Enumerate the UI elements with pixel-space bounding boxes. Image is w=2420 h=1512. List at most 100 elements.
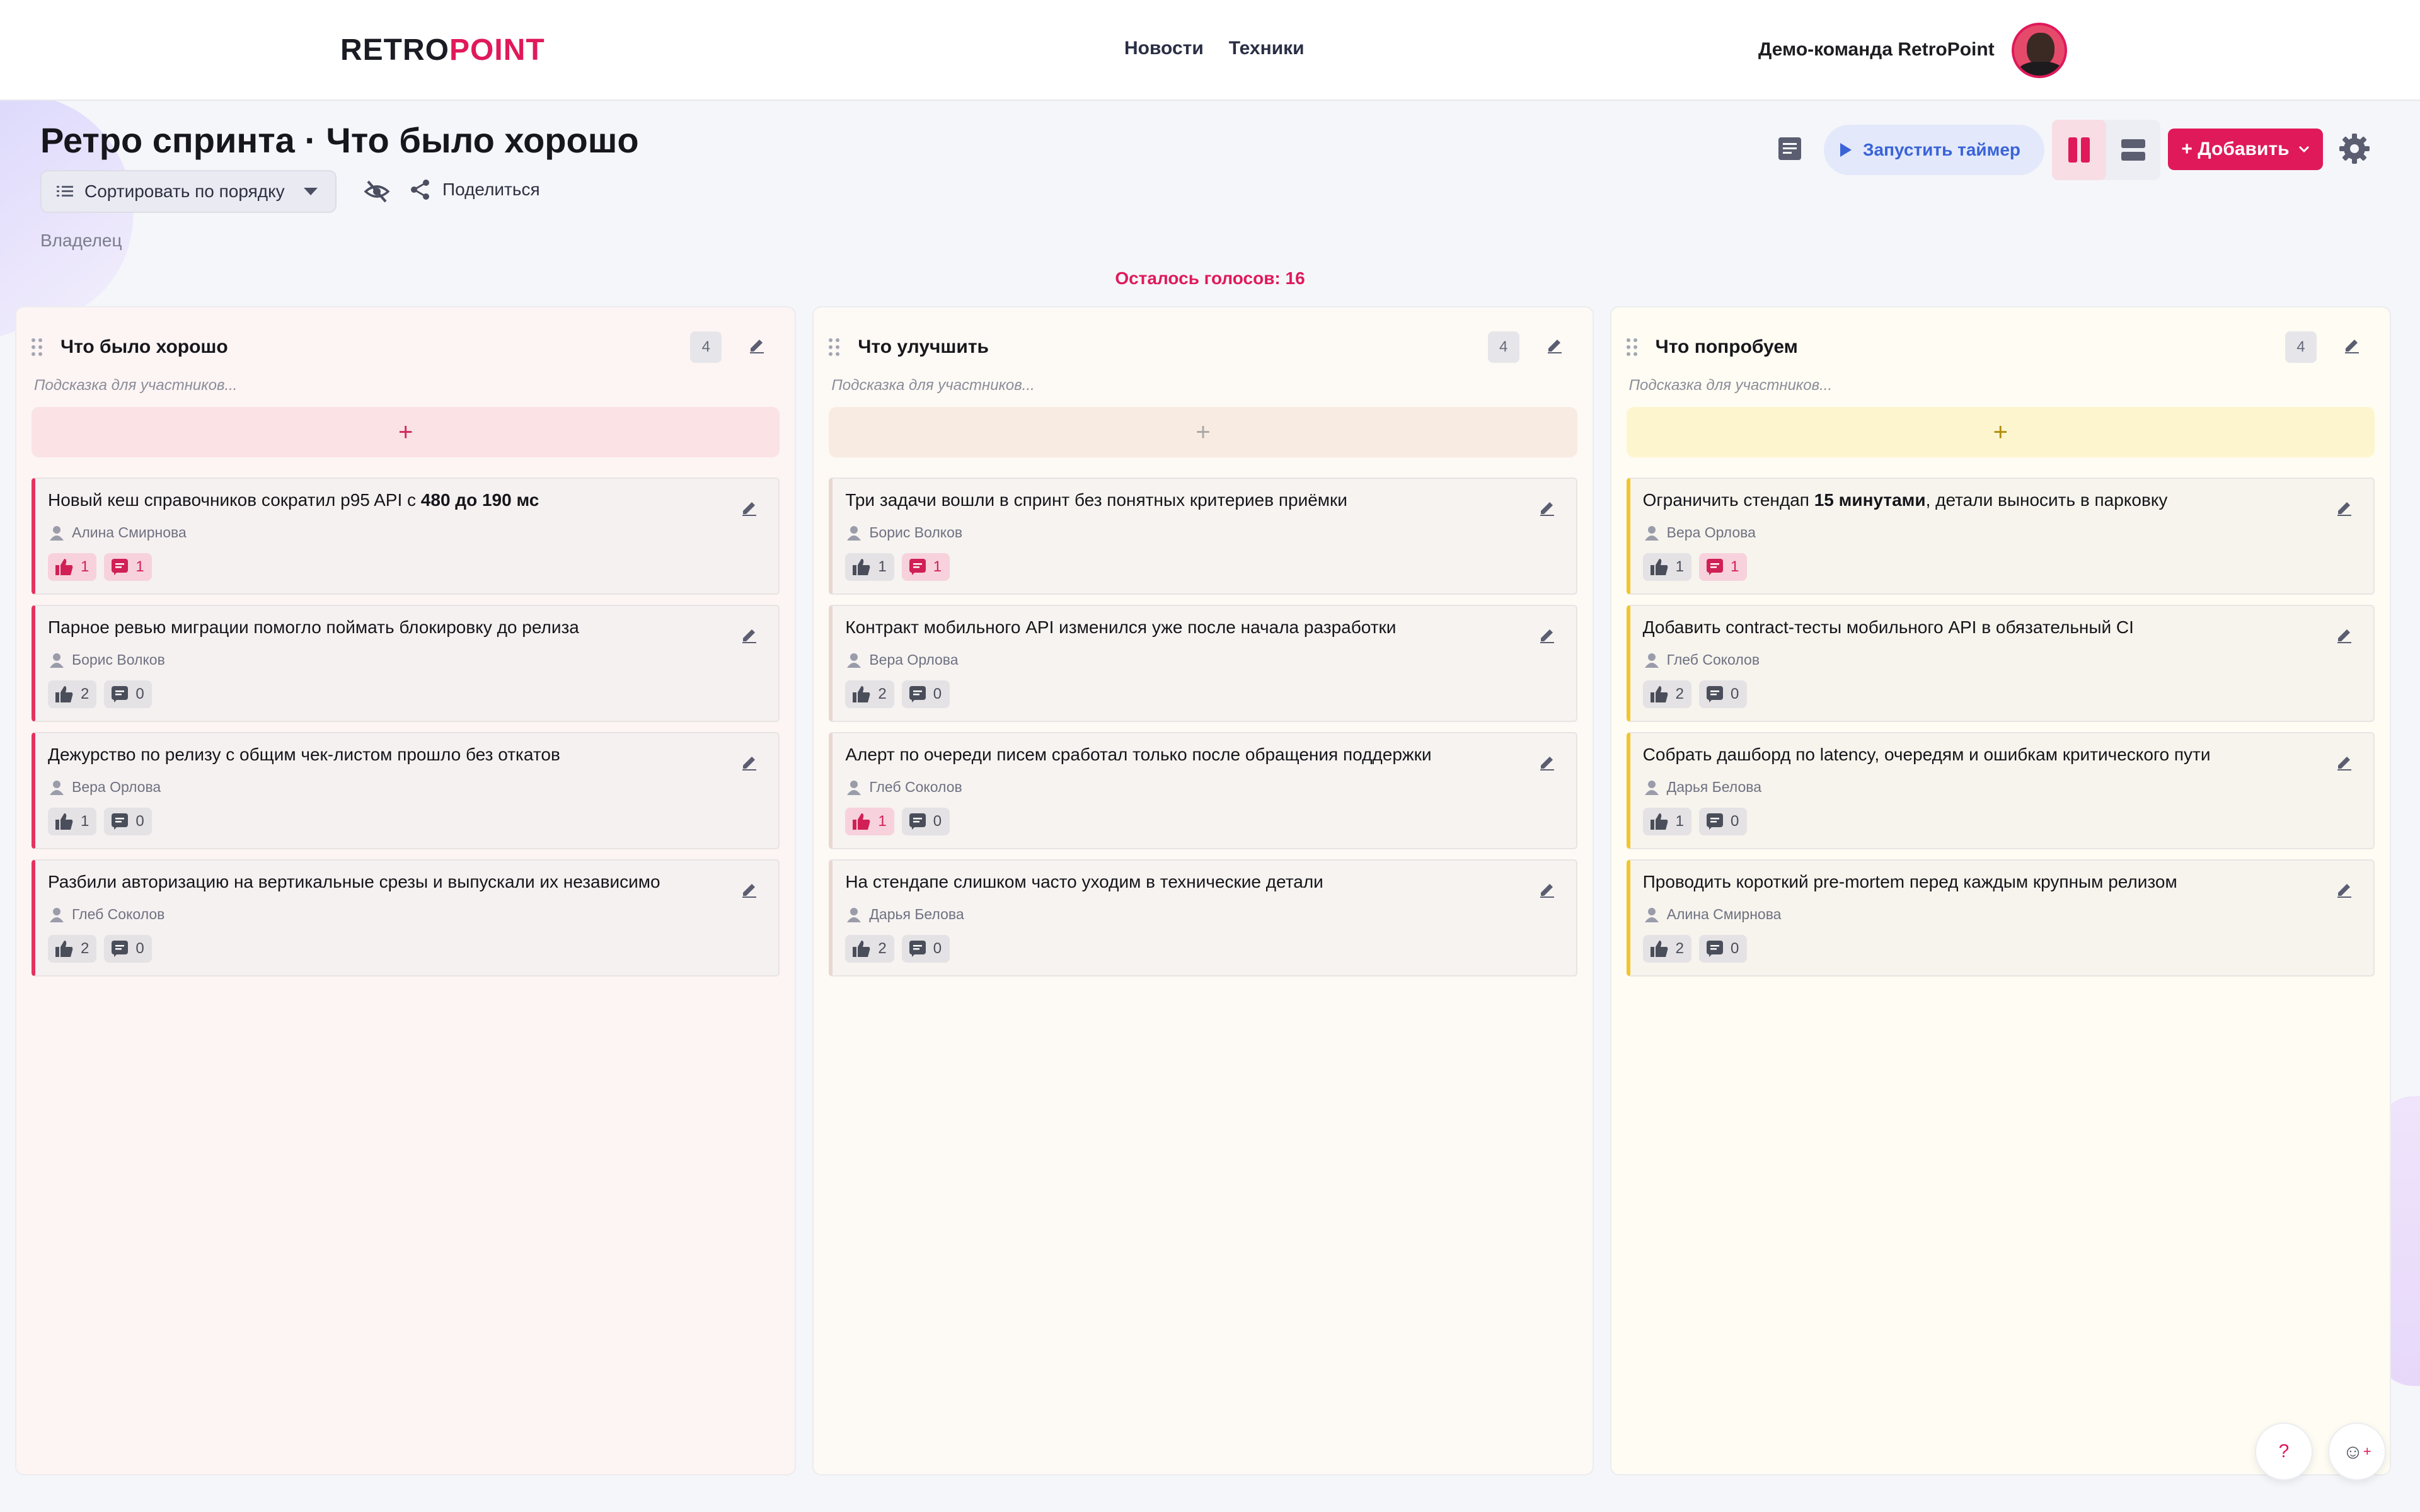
comment-button[interactable]: 0 (104, 935, 153, 963)
comment-button[interactable]: 0 (1699, 935, 1748, 963)
retro-card[interactable]: Собрать дашборд по latency, очередям и о… (1626, 732, 2375, 849)
retro-card[interactable]: Три задачи вошли в спринт без понятных к… (829, 478, 1577, 595)
add-card-button[interactable]: + (32, 407, 780, 457)
pencil-icon[interactable] (2343, 336, 2361, 354)
avatar[interactable] (2012, 23, 2067, 78)
drag-handle-icon[interactable] (829, 338, 840, 356)
like-button[interactable]: 2 (48, 680, 97, 708)
add-button[interactable]: + Добавить (2168, 129, 2323, 170)
card-edit-button[interactable] (1538, 626, 1556, 647)
pencil-icon[interactable] (1538, 881, 1556, 898)
like-button[interactable]: 1 (48, 553, 97, 581)
comment-button[interactable]: 0 (1699, 680, 1748, 708)
comment-button[interactable]: 0 (901, 680, 950, 708)
card-edit-button[interactable] (1538, 881, 1556, 902)
start-timer-button[interactable]: Запустить таймер (1824, 125, 2044, 175)
comment-button[interactable]: 1 (901, 553, 950, 581)
retro-card[interactable]: Дежурство по релизу с общим чек-листом п… (32, 732, 780, 849)
pencil-icon[interactable] (2336, 499, 2353, 517)
column-edit-button[interactable] (748, 336, 766, 357)
comment-button[interactable]: 0 (1699, 808, 1748, 835)
pencil-icon[interactable] (740, 499, 758, 517)
like-button[interactable]: 1 (845, 553, 894, 581)
columns-view-button[interactable] (2052, 120, 2106, 180)
nav-techniques-link[interactable]: Техники (1229, 38, 1305, 59)
pencil-icon[interactable] (1538, 753, 1556, 771)
card-actions: 2 0 (1642, 935, 1748, 963)
card-edit-button[interactable] (2336, 626, 2353, 647)
drag-handle-icon[interactable] (1626, 338, 1638, 356)
retro-card[interactable]: Ограничить стендап 15 минутами, детали в… (1626, 478, 2375, 595)
comment-button[interactable]: 1 (104, 553, 153, 581)
card-edit-button[interactable] (740, 881, 758, 902)
pencil-icon[interactable] (1546, 336, 1564, 354)
pencil-icon[interactable] (1538, 626, 1556, 644)
pencil-icon[interactable] (2336, 753, 2353, 771)
card-edit-button[interactable] (740, 626, 758, 647)
notes-icon[interactable] (1777, 136, 1802, 161)
pencil-icon[interactable] (748, 336, 766, 354)
pencil-icon[interactable] (740, 753, 758, 771)
reaction-button[interactable]: ☺ + (2328, 1423, 2386, 1480)
retro-card[interactable]: Проводить короткий pre-mortem перед кажд… (1626, 859, 2375, 976)
logo[interactable]: RETROPOINT (340, 33, 545, 67)
pencil-icon[interactable] (740, 881, 758, 898)
card-edit-button[interactable] (2336, 499, 2353, 520)
sort-dropdown[interactable]: Сортировать по порядку (40, 170, 337, 213)
like-button[interactable]: 2 (845, 680, 894, 708)
add-card-button[interactable]: + (829, 407, 1577, 457)
add-card-button[interactable]: + (1626, 407, 2375, 457)
retro-card[interactable]: Контракт мобильного API изменился уже по… (829, 605, 1577, 722)
like-button[interactable]: 1 (1642, 553, 1692, 581)
user-icon (847, 907, 861, 922)
pencil-icon[interactable] (740, 626, 758, 644)
help-button[interactable]: ? (2255, 1423, 2313, 1480)
pencil-icon[interactable] (2336, 626, 2353, 644)
column: Что попробуем 4 Подсказка для участников… (1610, 306, 2391, 1475)
like-button[interactable]: 2 (1642, 935, 1692, 963)
card-text: Алерт по очереди писем сработал только п… (845, 745, 1506, 765)
like-button[interactable]: 2 (48, 935, 97, 963)
retro-card[interactable]: Новый кеш справочников сократил p95 API … (32, 478, 780, 595)
team-name[interactable]: Демо-команда RetroPoint (1758, 39, 1995, 60)
comment-button[interactable]: 0 (901, 808, 950, 835)
comment-icon (112, 941, 129, 957)
pencil-icon[interactable] (1538, 499, 1556, 517)
comment-button[interactable]: 0 (901, 935, 950, 963)
retro-card[interactable]: Разбили авторизацию на вертикальные срез… (32, 859, 780, 976)
card-edit-button[interactable] (740, 753, 758, 774)
card-edit-button[interactable] (2336, 753, 2353, 774)
card-edit-button[interactable] (2336, 881, 2353, 902)
rows-view-button[interactable] (2106, 120, 2160, 180)
column-edit-button[interactable] (1546, 336, 1564, 357)
like-button[interactable]: 1 (1642, 808, 1692, 835)
nav-news-link[interactable]: Новости (1124, 38, 1204, 59)
pencil-icon[interactable] (2336, 881, 2353, 898)
like-button[interactable]: 2 (1642, 680, 1692, 708)
column-count: 4 (690, 331, 722, 363)
like-button[interactable]: 1 (48, 808, 97, 835)
gear-icon[interactable] (2338, 132, 2371, 165)
retro-card[interactable]: На стендапе слишком часто уходим в техни… (829, 859, 1577, 976)
retro-card[interactable]: Алерт по очереди писем сработал только п… (829, 732, 1577, 849)
drag-handle-icon[interactable] (32, 338, 43, 356)
user-icon (1644, 653, 1659, 668)
like-button[interactable]: 2 (845, 935, 894, 963)
thumbs-up-icon (853, 686, 870, 702)
column-edit-button[interactable] (2343, 336, 2361, 357)
like-button[interactable]: 1 (845, 808, 894, 835)
card-list: Новый кеш справочников сократил p95 API … (32, 478, 780, 976)
card-edit-button[interactable] (740, 499, 758, 520)
card-text-start: Алерт по очереди писем сработал только п… (845, 745, 1432, 764)
card-edit-button[interactable] (1538, 499, 1556, 520)
comment-button[interactable]: 0 (104, 808, 153, 835)
card-edit-button[interactable] (1538, 753, 1556, 774)
comment-button[interactable]: 0 (104, 680, 153, 708)
author-name: Борис Волков (72, 651, 165, 668)
share-button[interactable]: Поделиться (410, 179, 540, 200)
comment-button[interactable]: 1 (1699, 553, 1748, 581)
retro-card[interactable]: Парное ревью миграции помогло поймать бл… (32, 605, 780, 722)
card-actions: 2 0 (48, 935, 153, 963)
eye-off-icon[interactable] (364, 180, 389, 203)
retro-card[interactable]: Добавить contract-тесты мобильного API в… (1626, 605, 2375, 722)
